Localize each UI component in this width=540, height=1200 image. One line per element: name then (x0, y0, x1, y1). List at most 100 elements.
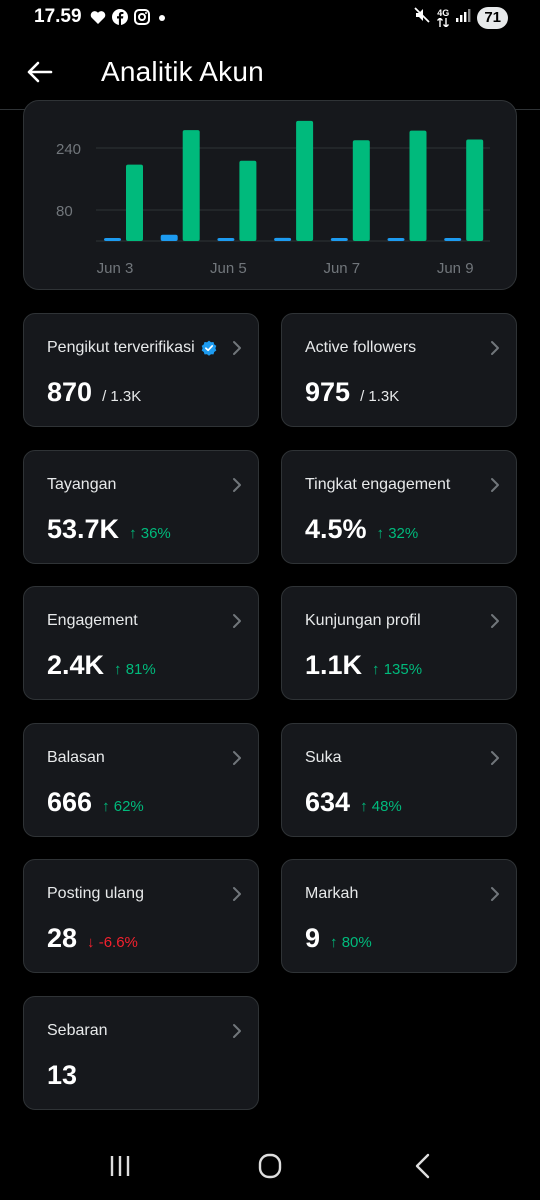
metric-value-row: 666 ↑ 62% (47, 787, 144, 818)
chart-bar (466, 139, 484, 241)
metric-value-row: 2.4K ↑ 81% (47, 650, 156, 681)
heart-icon (90, 10, 106, 30)
metric-value: 28 (47, 923, 78, 953)
status-left-icons (90, 9, 168, 30)
metric-card-tayangan[interactable]: Tayangan 53.7K ↑ 36% (23, 449, 259, 564)
chevron-right-icon (233, 750, 241, 765)
metric-label: Posting ulang (47, 885, 144, 902)
chart-bar (409, 130, 427, 241)
metric-value: 13 (47, 1059, 78, 1090)
mute-icon (413, 6, 431, 29)
network-icon: 4G (437, 8, 449, 27)
metric-card-suka[interactable]: Suka 634 ↑ 48% (281, 722, 517, 837)
chevron-right-icon (233, 887, 241, 901)
metric-value-row: 53.7K ↑ 36% (47, 514, 171, 545)
metric-label: Active followers (305, 339, 417, 356)
battery-indicator: 71 (477, 6, 508, 29)
metric-label: Pengikut terverifikasi (47, 339, 195, 356)
metric-value: 870 (47, 377, 93, 407)
status-bar: 17.59 4G 71 (0, 0, 540, 36)
back-button[interactable] (22, 54, 58, 90)
metric-value: 4.5% (305, 513, 367, 544)
metric-label: Balasan (47, 748, 105, 766)
chevron-right-icon (233, 477, 241, 492)
chevron-right-icon (233, 1023, 241, 1038)
chevron-right-icon (491, 341, 499, 355)
metric-change: ↑ 135% (372, 661, 423, 678)
metric-card-posting-ulang[interactable]: Posting ulang 28 ↓ -6.6% (23, 859, 259, 973)
chart-bar (444, 238, 462, 241)
notification-dot-icon (156, 11, 168, 29)
metric-card-sebaran[interactable]: Sebaran 13 (23, 995, 259, 1110)
metric-change: ↑ 36% (129, 524, 171, 542)
chart-bar (217, 238, 235, 241)
metric-label-wrap: Markah (305, 885, 358, 903)
metric-value: 1.1K (305, 650, 363, 680)
chart-bar (182, 130, 200, 241)
system-back-button[interactable] (403, 1150, 443, 1182)
metric-card-tingkat-engagement[interactable]: Tingkat engagement 4.5% ↑ 32% (281, 449, 517, 564)
metric-label: Tayangan (47, 475, 117, 493)
home-button[interactable] (250, 1150, 290, 1182)
x-tick-label: Jun 7 (323, 260, 360, 277)
metric-label: Kunjungan profil (305, 612, 421, 629)
chart-bar (104, 238, 121, 241)
metric-value: 9 (305, 923, 321, 953)
chevron-right-icon (233, 614, 241, 628)
metric-value-row: 975 / 1.3K (305, 377, 399, 408)
metric-card-kunjungan-profil[interactable]: Kunjungan profil 1.1K ↑ 135% (281, 586, 517, 700)
recent-apps-button[interactable] (100, 1150, 140, 1182)
chart-bar (274, 237, 292, 241)
metric-total: / 1.3K (102, 388, 142, 405)
metric-label-wrap: Balasan (47, 749, 105, 767)
metric-label-wrap: Kunjungan profil (305, 612, 421, 630)
metric-label: Markah (305, 885, 359, 902)
bar-chart: 240 80 Jun 3 Jun 5 Jun 7 Jun 9 (56, 120, 490, 277)
metric-value-row: 4.5% ↑ 32% (305, 514, 418, 545)
metric-change: ↓ -6.6% (87, 934, 138, 951)
metric-change: ↑ 80% (330, 934, 372, 951)
metric-label-wrap: Active followers (305, 339, 416, 357)
metric-label-wrap: Tingkat engagement (305, 476, 450, 494)
metric-label: Tingkat engagement (305, 475, 451, 493)
chart-bar (160, 234, 178, 241)
back-icon (415, 1153, 430, 1179)
metric-card-active-followers[interactable]: Active followers 975 / 1.3K (281, 313, 517, 427)
chevron-right-icon (491, 477, 499, 492)
metric-card-engagement[interactable]: Engagement 2.4K ↑ 81% (23, 586, 259, 700)
metric-value: 2.4K (47, 650, 105, 680)
system-nav-bar (0, 1130, 540, 1200)
chart-bar (330, 238, 348, 241)
metric-change: ↑ 32% (376, 524, 419, 542)
metric-label-wrap: Tayangan (47, 476, 116, 494)
y-tick-label: 240 (56, 141, 81, 158)
signal-icon (455, 7, 471, 28)
metric-card-markah[interactable]: Markah 9 ↑ 80% (281, 859, 517, 973)
status-right-icons: 4G 71 (413, 6, 508, 29)
chart-bar (239, 160, 257, 241)
metric-value-row: 634 ↑ 48% (305, 787, 402, 818)
chart-card: 240 80 Jun 3 Jun 5 Jun 7 Jun 9 (23, 100, 517, 290)
arrow-left-icon (27, 61, 53, 83)
metric-card-balasan[interactable]: Balasan 666 ↑ 62% (23, 722, 259, 837)
metric-value-row: 13 (47, 1060, 77, 1091)
chevron-right-icon (233, 341, 241, 355)
chevron-right-icon (491, 614, 499, 628)
metric-label: Engagement (47, 612, 138, 629)
metric-label: Suka (305, 748, 342, 766)
metric-label-wrap: Pengikut terverifikasi (47, 339, 217, 357)
metric-value-row: 9 ↑ 80% (305, 923, 372, 954)
x-tick-label: Jun 5 (210, 260, 247, 277)
page-title: Analitik Akun (101, 56, 264, 87)
metric-label-wrap: Engagement (47, 612, 138, 630)
chart-bar (352, 140, 370, 241)
metric-total: / 1.3K (360, 388, 400, 405)
chevron-right-icon (491, 750, 499, 765)
metric-value: 53.7K (47, 513, 120, 544)
metric-label-wrap: Posting ulang (47, 885, 144, 903)
metric-card-pengikut-terverifikasi[interactable]: Pengikut terverifikasi 870 / 1.3K (23, 313, 259, 427)
chart-bar (387, 238, 405, 241)
verified-badge-icon (201, 340, 216, 356)
x-tick-label: Jun 9 (437, 260, 474, 277)
metric-value: 666 (47, 786, 93, 817)
